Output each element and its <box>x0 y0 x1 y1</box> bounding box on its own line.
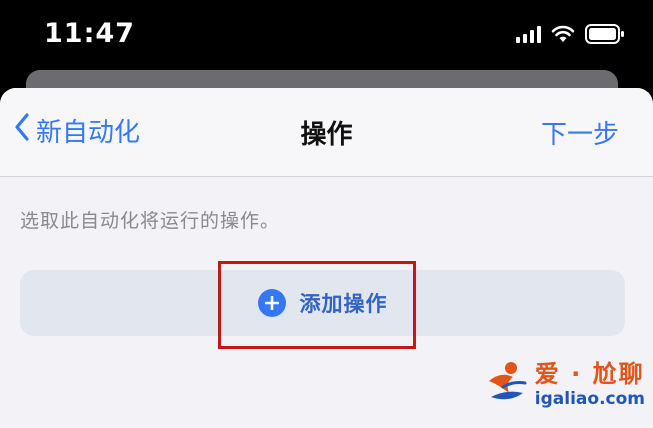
watermark-title: 爱 · 尬聊 <box>534 360 645 388</box>
watermark-url: igaliao.com <box>534 389 645 409</box>
wifi-icon <box>551 25 575 43</box>
status-bar: 11:47 <box>0 0 653 70</box>
status-icons <box>516 24 625 44</box>
status-time: 11:47 <box>44 18 135 49</box>
highlight-annotation-box <box>218 261 416 349</box>
watermark: 爱 · 尬聊 igaliao.com <box>483 354 645 409</box>
watermark-text: 爱 · 尬聊 igaliao.com <box>535 354 645 409</box>
battery-icon <box>585 24 625 44</box>
next-button[interactable]: 下一步 <box>541 114 619 151</box>
watermark-logo-icon <box>488 361 527 399</box>
instruction-text: 选取此自动化将运行的操作。 <box>20 210 281 232</box>
cellular-signal-icon <box>516 25 541 43</box>
navigation-bar: 新自动化 操作 下一步 <box>0 88 653 177</box>
